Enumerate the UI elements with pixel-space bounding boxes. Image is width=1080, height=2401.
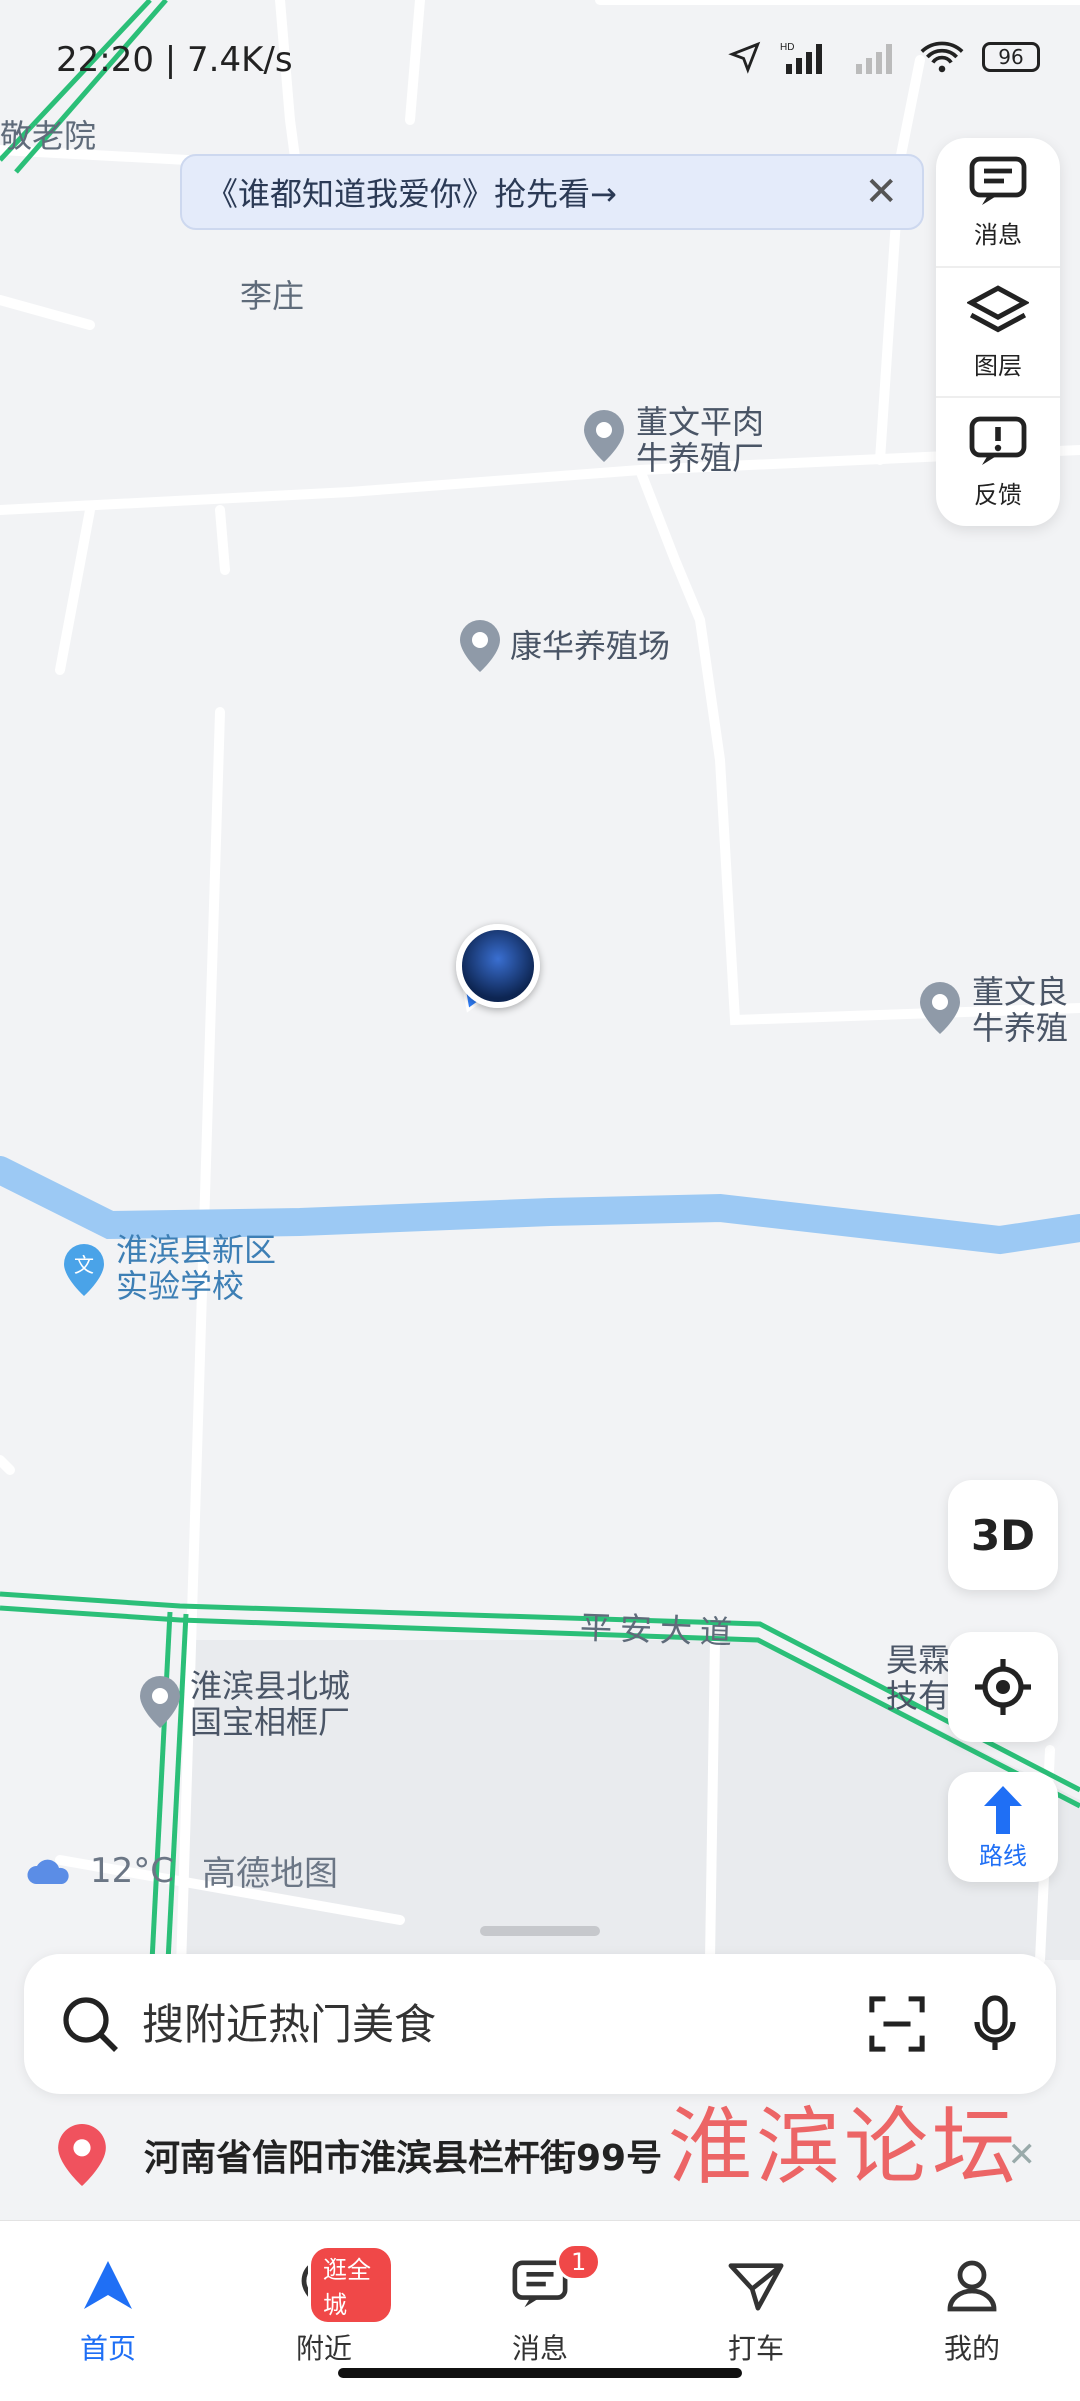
profile-icon — [947, 2260, 997, 2312]
route-label: 路线 — [979, 1841, 1027, 1870]
feedback-label: 反馈 — [974, 480, 1022, 509]
school-pin-icon: 文 — [64, 1244, 104, 1296]
poi-dongwenliang[interactable] — [920, 982, 960, 1038]
home-indicator[interactable] — [338, 2368, 742, 2378]
promo-banner-text: 《谁都知道我爱你》抢先看→ — [206, 175, 617, 213]
nearby-badge: 逛全城 — [308, 2245, 394, 2325]
map-toolbar: 消息 图层 反馈 — [936, 138, 1060, 526]
search-icon — [63, 1997, 118, 2052]
poi-kanghua[interactable] — [460, 620, 500, 676]
taxi-icon — [728, 2263, 784, 2311]
location-pin-icon — [58, 2124, 106, 2186]
messages-button[interactable]: 消息 — [936, 138, 1060, 266]
map-pin-icon — [584, 410, 624, 462]
svg-text:文: 文 — [74, 1253, 94, 1277]
route-arrow-icon — [984, 1785, 1022, 1834]
signal-hd-icon: HD — [780, 42, 822, 74]
poi-school[interactable]: 文 — [64, 1244, 104, 1300]
tab-mine[interactable]: 我的 — [902, 2257, 1042, 2367]
map-pin-icon — [140, 1676, 180, 1728]
promo-banner[interactable]: 《谁都知道我爱你》抢先看→ ✕ — [180, 154, 924, 230]
microphone-icon[interactable] — [970, 1994, 1020, 2054]
feedback-button[interactable]: 反馈 — [936, 396, 1060, 526]
layers-icon — [967, 284, 1029, 332]
layers-button[interactable]: 图层 — [936, 266, 1060, 396]
road-label-pingan: 平安大道 — [579, 1608, 741, 1652]
message-icon — [969, 156, 1027, 205]
map-pin-icon — [460, 620, 500, 672]
status-icons: HD 96 — [728, 40, 1040, 74]
tab-nearby[interactable]: 附近 逛全城 — [254, 2245, 394, 2367]
wifi-icon — [920, 41, 964, 73]
tab-messages-label: 消息 — [511, 2332, 568, 2365]
battery-icon: 96 — [982, 42, 1040, 72]
address-text: 河南省信阳市淮滨县栏杆街99号 — [144, 2138, 663, 2179]
feedback-icon — [969, 416, 1027, 465]
poi-dongwenliang-label: 董文良 牛养殖 — [972, 974, 1069, 1046]
tab-mine-label: 我的 — [943, 2332, 1000, 2365]
sheet-handle[interactable] — [480, 1926, 600, 1936]
tab-messages[interactable]: 消息 1 — [470, 2243, 610, 2367]
temperature: 12°C — [90, 1850, 175, 1891]
crosshair-icon — [975, 1659, 1031, 1715]
poi-frame-factory[interactable] — [140, 1676, 180, 1732]
search-bar[interactable] — [24, 1954, 1056, 2094]
map-label-elder-home: 敬老院 — [0, 117, 97, 155]
home-arrow-icon — [84, 2261, 132, 2309]
map-label-lizhuang: 李庄 — [240, 277, 305, 315]
svg-text:HD: HD — [780, 42, 794, 53]
tab-taxi-label: 打车 — [727, 2332, 784, 2365]
app-brand: 高德地图 — [202, 1854, 339, 1894]
search-input[interactable] — [140, 1998, 868, 2050]
tab-home[interactable]: 首页 — [38, 2257, 178, 2367]
map-pin-icon — [920, 982, 960, 1034]
locate-button[interactable] — [948, 1632, 1058, 1742]
close-icon[interactable]: ✕ — [864, 169, 898, 215]
3d-button[interactable]: 3D — [948, 1480, 1058, 1590]
tab-home-label: 首页 — [79, 2332, 136, 2365]
status-time: 22:20 | 7.4K/s — [56, 40, 293, 80]
layers-label: 图层 — [974, 351, 1022, 380]
route-button[interactable]: 路线 — [948, 1772, 1058, 1882]
signal-weak-icon — [856, 44, 892, 74]
cloud-icon — [27, 1859, 69, 1884]
messages-label: 消息 — [974, 220, 1022, 249]
weather-widget[interactable]: 12°C 高德地图 — [26, 1846, 338, 1895]
poi-dongwenping-label: 董文平肉 牛养殖厂 — [636, 403, 765, 477]
location-arrow-icon — [728, 41, 761, 74]
poi-haolin-label: 昊霖 技有 — [886, 1641, 951, 1715]
messages-badge: 1 — [556, 2243, 602, 2281]
forum-watermark: 淮滨论坛 — [667, 2098, 1020, 2196]
scan-icon[interactable] — [868, 1995, 926, 2053]
poi-dongwenping[interactable] — [584, 410, 624, 466]
tab-taxi[interactable]: 打车 — [686, 2257, 826, 2367]
poi-frame-factory-label: 淮滨县北城 国宝相框厂 — [190, 1667, 351, 1741]
tab-nearby-label: 附近 — [295, 2332, 352, 2365]
poi-kanghua-label: 康华养殖场 — [510, 627, 671, 665]
user-avatar-marker[interactable] — [456, 924, 540, 1008]
poi-school-label: 淮滨县新区 实验学校 — [116, 1231, 277, 1305]
